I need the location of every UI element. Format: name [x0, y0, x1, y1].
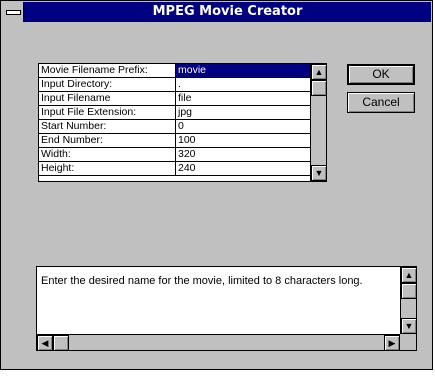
ok-button[interactable]: OK: [347, 64, 415, 85]
parameter-label: Input File Extension:: [39, 105, 176, 120]
parameter-table: Movie Filename Prefix: movie Input Directo…: [39, 64, 311, 176]
help-horizontal-scrollbar[interactable]: ◀ ▶: [37, 334, 400, 351]
help-scroll-up-button[interactable]: ▲: [401, 267, 417, 283]
help-scroll-down-button[interactable]: ▼: [401, 318, 417, 334]
help-vertical-scrollbar[interactable]: ▲ ▼: [400, 267, 417, 334]
cancel-button[interactable]: Cancel: [347, 92, 415, 113]
help-scroll-thumb[interactable]: [401, 283, 417, 299]
parameter-label: Movie Filename Prefix:: [39, 64, 176, 78]
left-arrow-icon: ◀: [41, 338, 49, 348]
parameter-row[interactable]: Input File Extension: jpg: [39, 105, 311, 120]
parameter-row[interactable]: Start Number: 0: [39, 119, 311, 134]
parameter-value-field[interactable]: jpg: [175, 105, 311, 120]
scroll-down-button[interactable]: ▼: [311, 165, 327, 181]
help-scroll-left-button[interactable]: ◀: [37, 335, 53, 351]
down-arrow-icon: ▼: [314, 168, 324, 178]
help-text: Enter the desired name for the movie, li…: [41, 275, 363, 287]
parameter-label: Height:: [39, 161, 176, 176]
window-title: MPEG Movie Creator: [152, 4, 303, 19]
parameter-row[interactable]: Input Filename file: [39, 91, 311, 106]
parameter-value-field[interactable]: 240: [175, 161, 311, 176]
up-arrow-icon: ▲: [404, 270, 414, 280]
help-scroll-right-button[interactable]: ▶: [384, 335, 400, 351]
parameter-label: Input Filename: [39, 91, 176, 106]
system-menu-icon: [6, 10, 21, 15]
parameter-row[interactable]: Input Directory:.: [39, 77, 311, 92]
parameter-row[interactable]: End Number: 100: [39, 133, 311, 148]
parameter-grid: Movie Filename Prefix: movie Input Directo…: [38, 63, 327, 182]
parameter-label: Width:: [39, 147, 176, 162]
scroll-thumb[interactable]: [311, 80, 327, 96]
help-text-box[interactable]: Enter the desired name for the movie, li…: [36, 266, 417, 351]
scroll-up-button[interactable]: ▲: [311, 64, 327, 80]
grid-vertical-scrollbar[interactable]: ▲ ▼: [310, 64, 327, 181]
parameter-row[interactable]: Width: 320: [39, 147, 311, 162]
system-menu-button[interactable]: [2, 2, 24, 22]
up-arrow-icon: ▲: [314, 67, 324, 77]
dialog-window: MPEG Movie Creator Movie Filename Prefix…: [0, 0, 433, 370]
parameter-value-field[interactable]: .: [175, 77, 311, 92]
down-arrow-icon: ▼: [404, 321, 414, 331]
right-arrow-icon: ▶: [388, 338, 396, 348]
parameter-label: Input Directory:: [39, 77, 176, 92]
parameter-value-field[interactable]: file: [175, 91, 311, 106]
parameter-value-field[interactable]: movie: [175, 64, 311, 78]
help-hscroll-thumb[interactable]: [53, 335, 69, 351]
scrollbar-corner: [400, 334, 416, 350]
parameter-label: End Number:: [39, 133, 176, 148]
title-bar: MPEG Movie Creator: [2, 2, 431, 22]
parameter-value-field[interactable]: 320: [175, 147, 311, 162]
parameter-label: Start Number:: [39, 119, 176, 134]
parameter-value-field[interactable]: 100: [175, 133, 311, 148]
parameter-row[interactable]: Movie Filename Prefix: movie: [39, 64, 311, 78]
parameter-row[interactable]: Height: 240: [39, 161, 311, 176]
parameter-value-field[interactable]: 0: [175, 119, 311, 134]
